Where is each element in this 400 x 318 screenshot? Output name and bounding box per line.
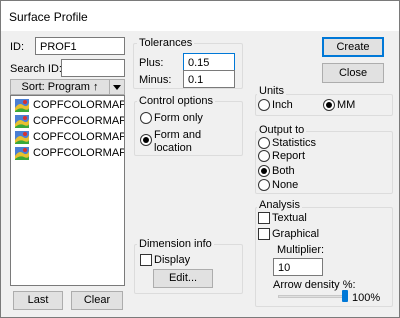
multiplier-label: Multiplier: [277,244,325,256]
surface-profile-color-icon [15,115,29,128]
feature-list[interactable]: COPFCOLORMAP1_GF COPFCOLORMAP1_GF COPFCO… [10,95,125,286]
form-and-location-radio[interactable] [140,134,152,146]
plus-tolerance-field[interactable]: 0.15 [183,53,235,71]
arrow-density-value: 100% [352,292,381,304]
close-button[interactable]: Close [322,63,384,83]
both-radio[interactable] [258,165,270,177]
none-label: None [272,179,299,191]
dimension-info-title: Dimension info [137,238,214,250]
minus-label: Minus: [139,74,172,86]
sort-program-button[interactable]: Sort: Program ↑ [10,79,110,95]
multiplier-field[interactable]: 10 [273,258,323,276]
search-id-field[interactable] [61,59,125,77]
mm-radio[interactable] [323,99,335,111]
form-only-label: Form only [154,112,203,124]
edit-button[interactable]: Edit... [153,269,213,288]
list-item-label: COPFCOLORMAP1_GF [33,115,125,127]
list-item[interactable]: COPFCOLORMAP1_GF [15,98,125,114]
textual-label: Textual [272,212,307,224]
analysis-title: Analysis [257,199,302,211]
form-and-location-label: Form and location [154,129,202,154]
minus-tolerance-field[interactable]: 0.1 [183,70,235,88]
tolerances-title: Tolerances [137,37,195,49]
window-title: Surface Profile [9,10,88,24]
list-item-label: COPFCOLORMAP1_GF [33,147,125,159]
none-radio[interactable] [258,179,270,191]
id-label: ID: [10,41,25,53]
statistics-radio[interactable] [258,137,270,149]
id-field[interactable]: PROF1 [35,37,125,55]
plus-label: Plus: [139,57,164,69]
surface-profile-dialog: Surface Profile ID: PROF1 Search ID: Sor… [0,0,400,318]
clear-button[interactable]: Clear [71,291,123,310]
display-label: Display [154,254,191,266]
sort-program-label: Sort: Program ↑ [21,81,99,93]
inch-radio[interactable] [258,99,270,111]
create-button[interactable]: Create [322,37,384,57]
control-options-title: Control options [137,95,215,107]
statistics-label: Statistics [272,137,317,149]
output-to-title: Output to [257,124,307,136]
close-button-label: Close [338,67,368,79]
report-label: Report [272,150,306,162]
chevron-down-icon [113,85,121,90]
clear-button-label: Clear [83,294,111,306]
list-item[interactable]: COPFCOLORMAP1_GF [15,146,125,162]
graphical-checkbox[interactable] [258,228,270,240]
slider-thumb[interactable] [342,290,348,302]
surface-profile-color-icon [15,147,29,160]
title-bar: Surface Profile [1,1,399,31]
list-item[interactable]: COPFCOLORMAP1_GF [15,130,125,146]
both-label: Both [272,165,295,177]
textual-checkbox[interactable] [258,212,270,224]
inch-label: Inch [272,99,293,111]
last-button-label: Last [27,294,49,306]
create-button-label: Create [336,41,370,53]
list-item-label: COPFCOLORMAP1_GF [33,99,125,111]
sort-dropdown-button[interactable] [109,79,125,95]
graphical-label: Graphical [272,228,320,240]
last-button[interactable]: Last [13,291,63,310]
list-item-label: COPFCOLORMAP1_GF [33,131,125,143]
slider-track [278,295,348,298]
units-title: Units [257,85,287,97]
display-checkbox[interactable] [140,254,152,266]
list-item[interactable]: COPFCOLORMAP1_GF [15,114,125,130]
surface-profile-color-icon [15,99,29,112]
mm-label: MM [337,99,356,111]
form-only-radio[interactable] [140,112,152,124]
search-id-label: Search ID: [10,63,62,75]
surface-profile-color-icon [15,131,29,144]
edit-button-label: Edit... [168,272,198,284]
arrow-density-slider[interactable] [278,289,348,303]
report-radio[interactable] [258,150,270,162]
